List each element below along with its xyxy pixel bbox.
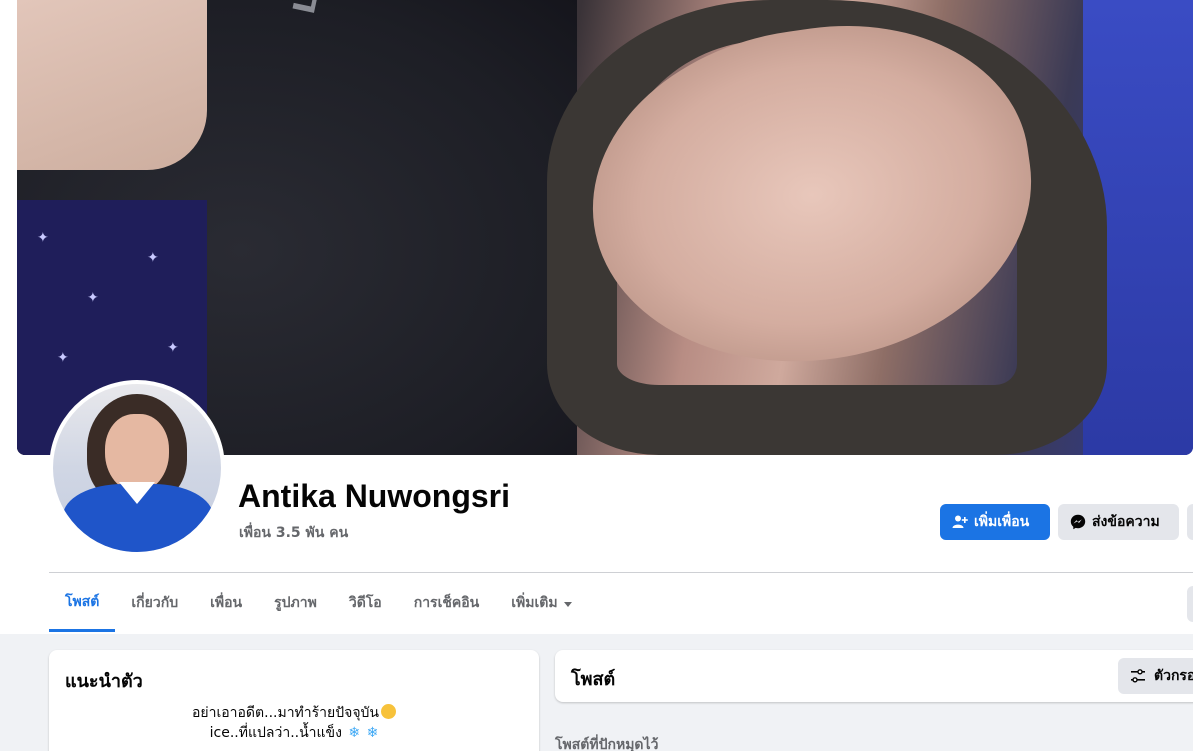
tab-videos[interactable]: วิดีโอ xyxy=(333,574,398,632)
filter-button[interactable]: ตัวกรอง xyxy=(1118,658,1193,694)
avatar-image xyxy=(53,384,221,552)
tab-checkins[interactable]: การเช็คอิน xyxy=(398,574,496,632)
profile-tabs: โพสต์ เกี่ยวกับ เพื่อน รูปภาพ วิดีโอ การ… xyxy=(49,574,588,634)
emoji-icon xyxy=(380,704,396,719)
posts-title: โพสต์ xyxy=(571,669,616,690)
tabs-overflow-button[interactable] xyxy=(1187,586,1193,622)
message-button[interactable]: ส่งข้อความ xyxy=(1058,504,1179,540)
avatar-face xyxy=(105,414,169,492)
star-icon: ✦ xyxy=(147,250,159,266)
tab-posts[interactable]: โพสต์ xyxy=(49,574,116,632)
friends-count[interactable]: เพื่อน 3.5 พัน คน xyxy=(239,522,348,544)
header-divider xyxy=(49,572,1193,573)
caret-down-icon xyxy=(563,601,572,607)
message-label: ส่งข้อความ xyxy=(1092,514,1160,530)
snowflake-icon: ❄ xyxy=(348,725,361,741)
add-friend-button[interactable]: เพิ่มเพื่อน xyxy=(940,504,1050,540)
star-icon: ✦ xyxy=(167,340,179,356)
tab-more[interactable]: เพิ่มเติม xyxy=(495,574,587,632)
tab-label: เกี่ยวกับ xyxy=(131,595,179,611)
tab-label: โพสต์ xyxy=(65,593,100,610)
tab-about[interactable]: เกี่ยวกับ xyxy=(115,574,194,632)
tab-friends[interactable]: เพื่อน xyxy=(194,574,258,632)
profile-name: Antika Nuwongsri xyxy=(238,478,511,514)
tab-label: รูปภาพ xyxy=(274,595,317,611)
snowflake-icon: ❄ xyxy=(366,725,379,741)
add-friend-label: เพิ่มเพื่อน xyxy=(974,514,1030,530)
star-icon: ✦ xyxy=(87,290,99,306)
messenger-icon xyxy=(1070,514,1086,530)
more-actions-button[interactable] xyxy=(1187,504,1193,540)
tab-photos[interactable]: รูปภาพ xyxy=(258,574,333,632)
star-icon: ✦ xyxy=(37,230,49,246)
bio-line-1: อย่าเอาอดีต...มาทำร้ายปัจจุบัน xyxy=(49,702,539,724)
bio-text: ice..ที่แปลว่า..น้ำแข็ง xyxy=(209,725,342,741)
filter-icon xyxy=(1131,669,1145,683)
cover-arm xyxy=(17,0,207,170)
tab-label: เพิ่มเติม xyxy=(511,595,558,611)
tab-label: การเช็คอิน xyxy=(413,595,480,611)
bio-text: อย่าเอาอดีต...มาทำร้ายปัจจุบัน xyxy=(192,705,379,721)
posts-header-card: โพสต์ ตัวกรอง xyxy=(555,650,1193,702)
pinned-posts-label: โพสต์ที่ปักหมุดไว้ xyxy=(555,737,659,751)
bio-line-2: ice..ที่แปลว่า..น้ำแข็ง ❄ ❄ xyxy=(49,722,539,744)
tab-label: วิดีโอ xyxy=(348,595,382,611)
tab-label: เพื่อน xyxy=(210,595,243,611)
star-icon: ✦ xyxy=(57,350,69,366)
filter-label: ตัวกรอง xyxy=(1154,668,1193,684)
intro-title: แนะนำตัว xyxy=(65,671,143,692)
profile-avatar[interactable] xyxy=(49,380,225,556)
intro-card: แนะนำตัว อย่าเอาอดีต...มาทำร้ายปัจจุบัน … xyxy=(49,650,539,751)
add-friend-icon xyxy=(952,515,968,528)
cover-photo[interactable]: ✦ ✦ ✦ ✦ ✦ LRED xyxy=(17,0,1193,455)
